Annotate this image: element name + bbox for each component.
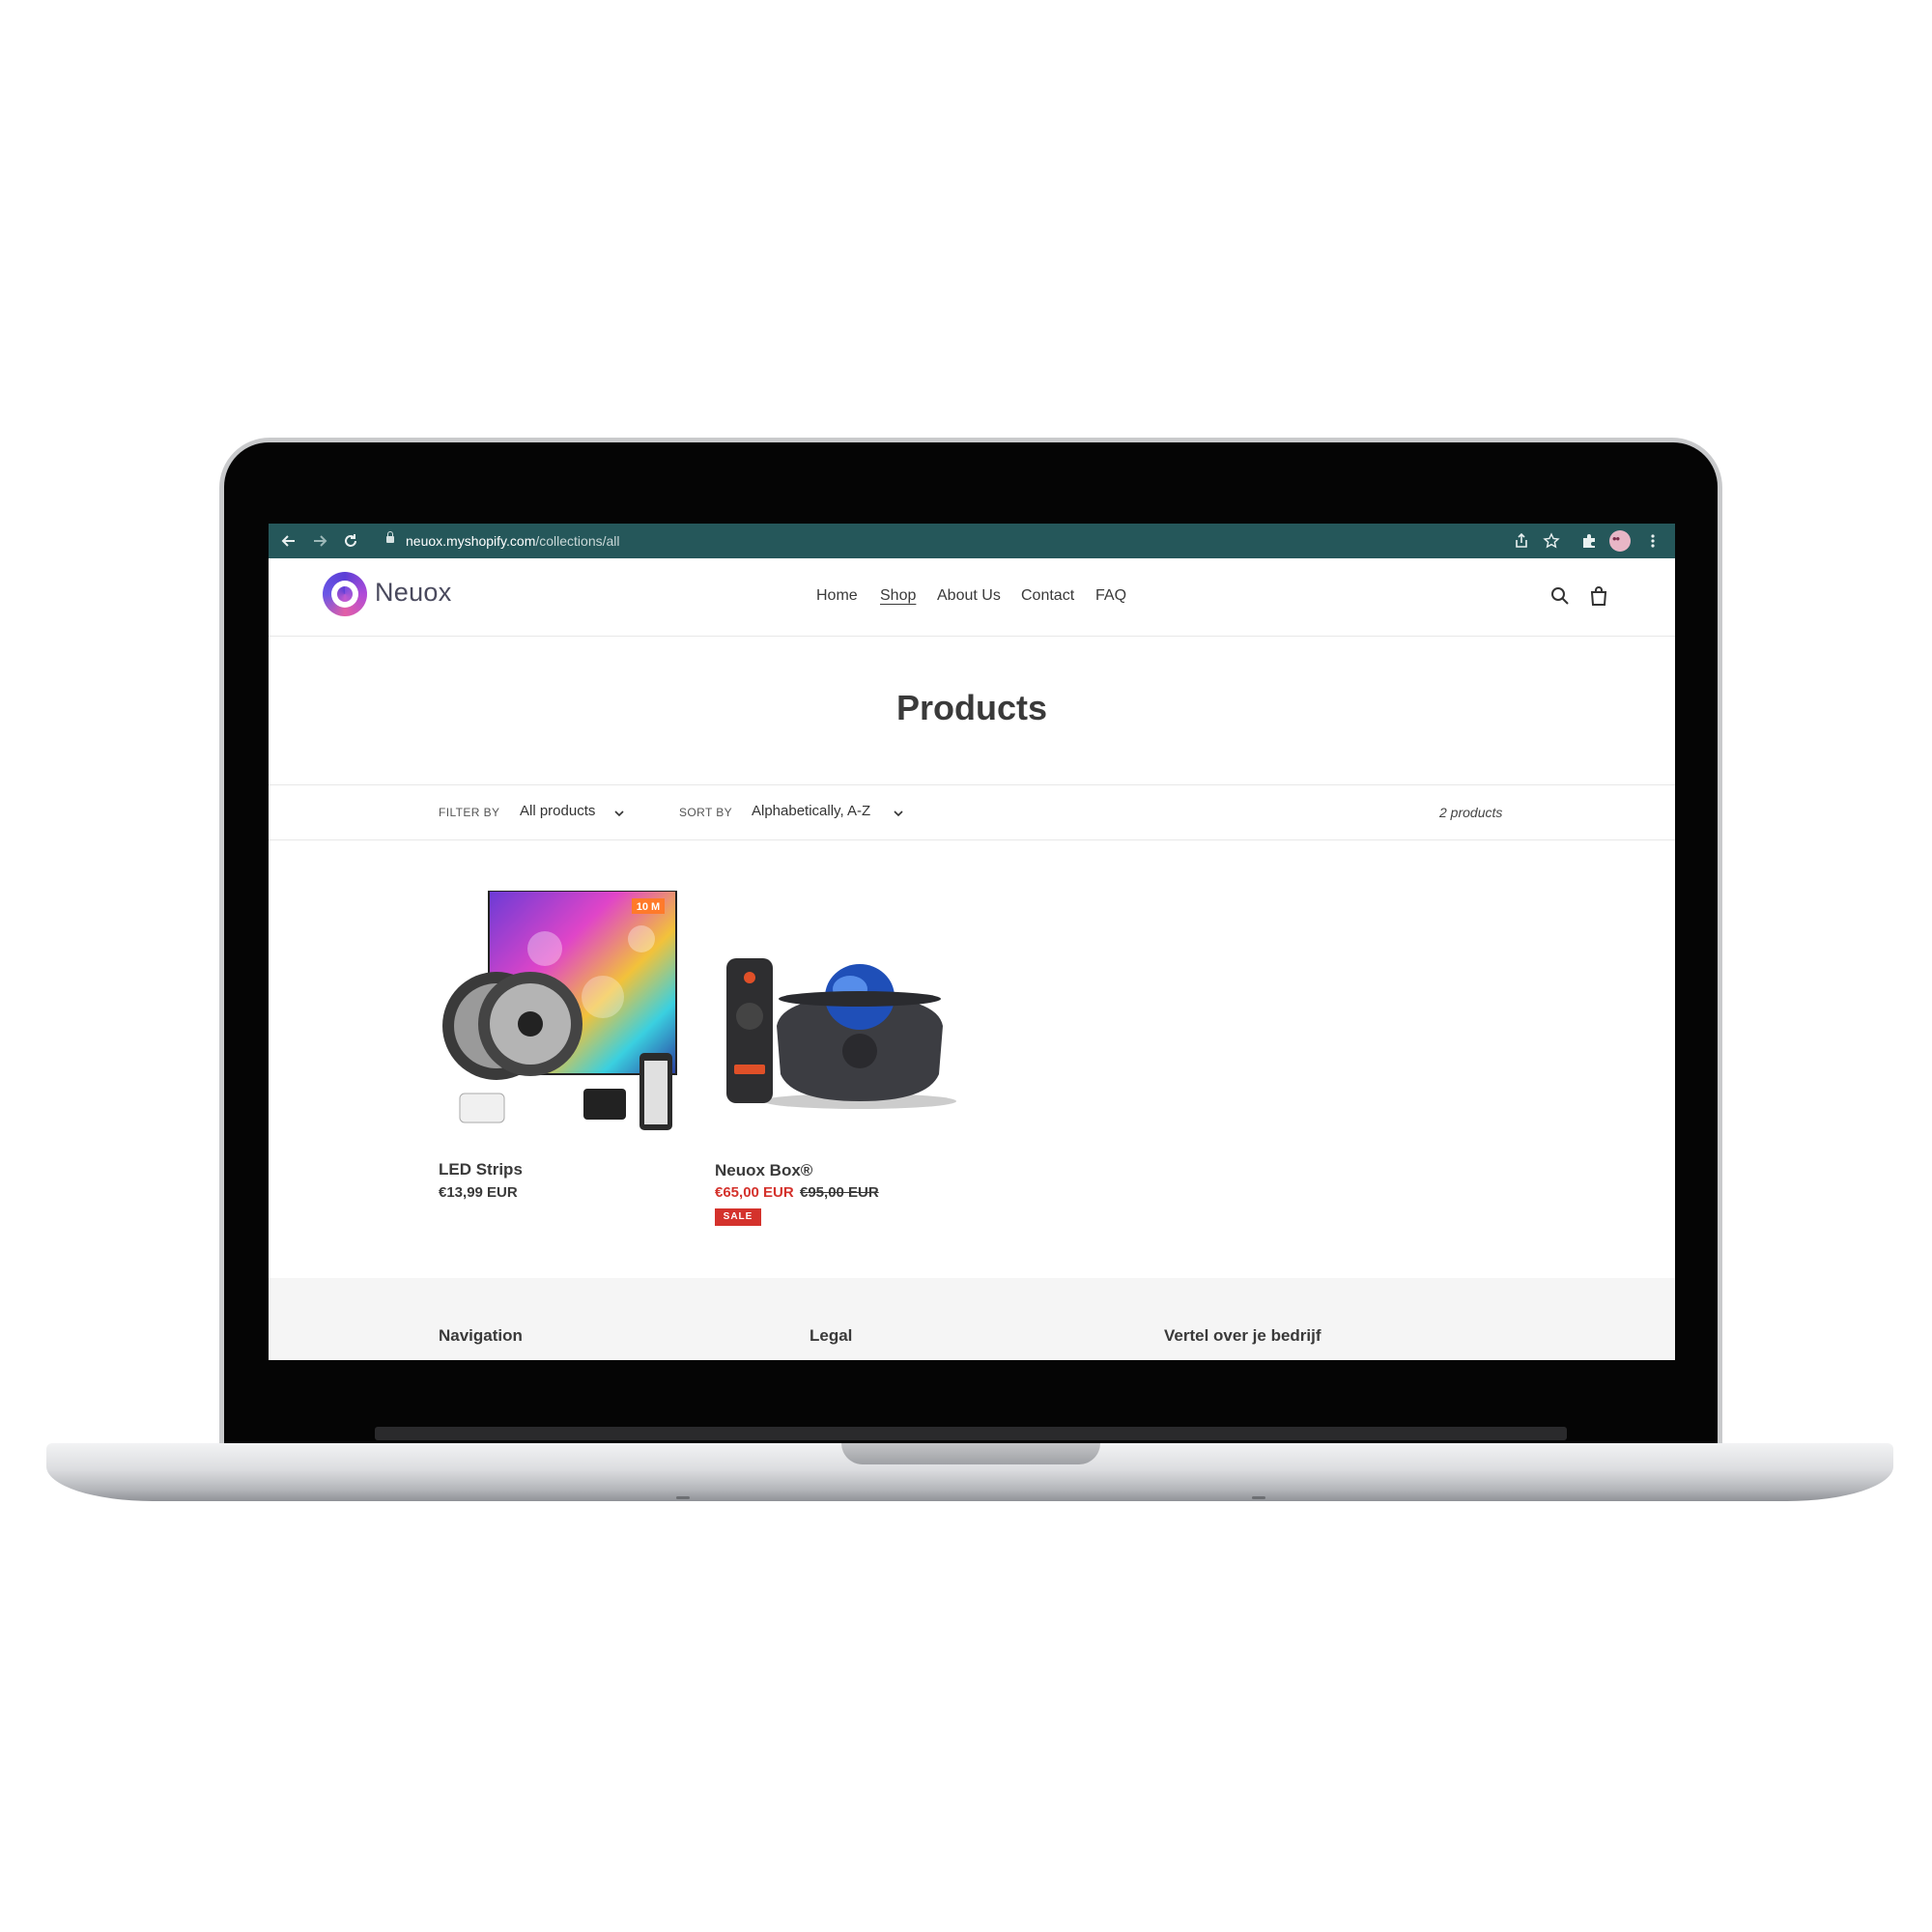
sale-badge: SALE bbox=[715, 1208, 761, 1226]
logo-text[interactable]: Neuox bbox=[375, 578, 452, 608]
url-text: neuox.myshopify.com/collections/all bbox=[406, 533, 620, 549]
product-image-led-strips[interactable]: 10 M bbox=[439, 891, 680, 1132]
share-icon[interactable] bbox=[1513, 532, 1530, 550]
product-price: €13,99 EUR bbox=[439, 1184, 518, 1201]
browser-toolbar: neuox.myshopify.com/collections/all bbox=[269, 524, 1675, 558]
product-title[interactable]: Neuox Box® bbox=[715, 1161, 812, 1180]
url-path: /collections/all bbox=[535, 533, 620, 549]
sort-label: SORT BY bbox=[679, 806, 733, 819]
laptop-screen: neuox.myshopify.com/collections/all Neuo… bbox=[269, 524, 1675, 1360]
site-footer: Navigation Legal Vertel over je bedrijf bbox=[269, 1278, 1675, 1360]
site-header: Neuox Home Shop About Us Contact FAQ bbox=[269, 558, 1675, 637]
url-host: neuox.myshopify.com bbox=[406, 533, 536, 549]
product-count: 2 products bbox=[1439, 805, 1503, 820]
chevron-down-icon[interactable] bbox=[614, 805, 624, 817]
address-bar[interactable]: neuox.myshopify.com/collections/all bbox=[375, 528, 1515, 554]
filter-label: FILTER BY bbox=[439, 806, 500, 819]
logo-swirl-icon[interactable] bbox=[323, 572, 367, 616]
footer-heading-legal: Legal bbox=[810, 1326, 853, 1345]
nav-home[interactable]: Home bbox=[816, 587, 858, 605]
laptop-foot bbox=[1252, 1496, 1265, 1499]
footer-heading-about: Vertel over je bedrijf bbox=[1164, 1326, 1321, 1345]
chevron-down-icon[interactable] bbox=[894, 805, 903, 817]
nav-about-us[interactable]: About Us bbox=[937, 587, 1001, 605]
product-title[interactable]: LED Strips bbox=[439, 1160, 523, 1179]
lock-icon bbox=[386, 531, 394, 543]
more-menu-icon[interactable] bbox=[1644, 532, 1662, 550]
sort-select[interactable]: Alphabetically, A-Z bbox=[752, 803, 870, 819]
laptop-hinge bbox=[375, 1427, 1567, 1440]
forward-arrow-icon[interactable] bbox=[311, 532, 328, 550]
footer-heading-navigation: Navigation bbox=[439, 1326, 523, 1345]
filter-sort-bar: FILTER BY All products SORT BY Alphabeti… bbox=[269, 784, 1675, 840]
reload-icon[interactable] bbox=[342, 532, 359, 550]
back-arrow-icon[interactable] bbox=[280, 532, 298, 550]
cart-bag-icon[interactable] bbox=[1588, 585, 1609, 607]
bookmark-star-icon[interactable] bbox=[1543, 532, 1560, 550]
laptop-opening-notch bbox=[841, 1443, 1100, 1464]
laptop-foot bbox=[676, 1496, 690, 1499]
nav-faq[interactable]: FAQ bbox=[1095, 587, 1126, 605]
profile-avatar[interactable] bbox=[1609, 530, 1631, 552]
page-title: Products bbox=[895, 688, 1048, 727]
nav-shop[interactable]: Shop bbox=[880, 587, 916, 605]
extensions-puzzle-icon[interactable] bbox=[1580, 532, 1598, 550]
product-sale-price: €65,00 EUR bbox=[715, 1184, 794, 1201]
product-compare-price: €95,00 EUR bbox=[800, 1184, 879, 1201]
product-image-neuox-box[interactable] bbox=[715, 939, 964, 1113]
search-icon[interactable] bbox=[1549, 585, 1571, 607]
box-size-label: 10 M bbox=[637, 901, 660, 913]
nav-contact[interactable]: Contact bbox=[1021, 587, 1074, 605]
filter-select[interactable]: All products bbox=[520, 803, 595, 819]
